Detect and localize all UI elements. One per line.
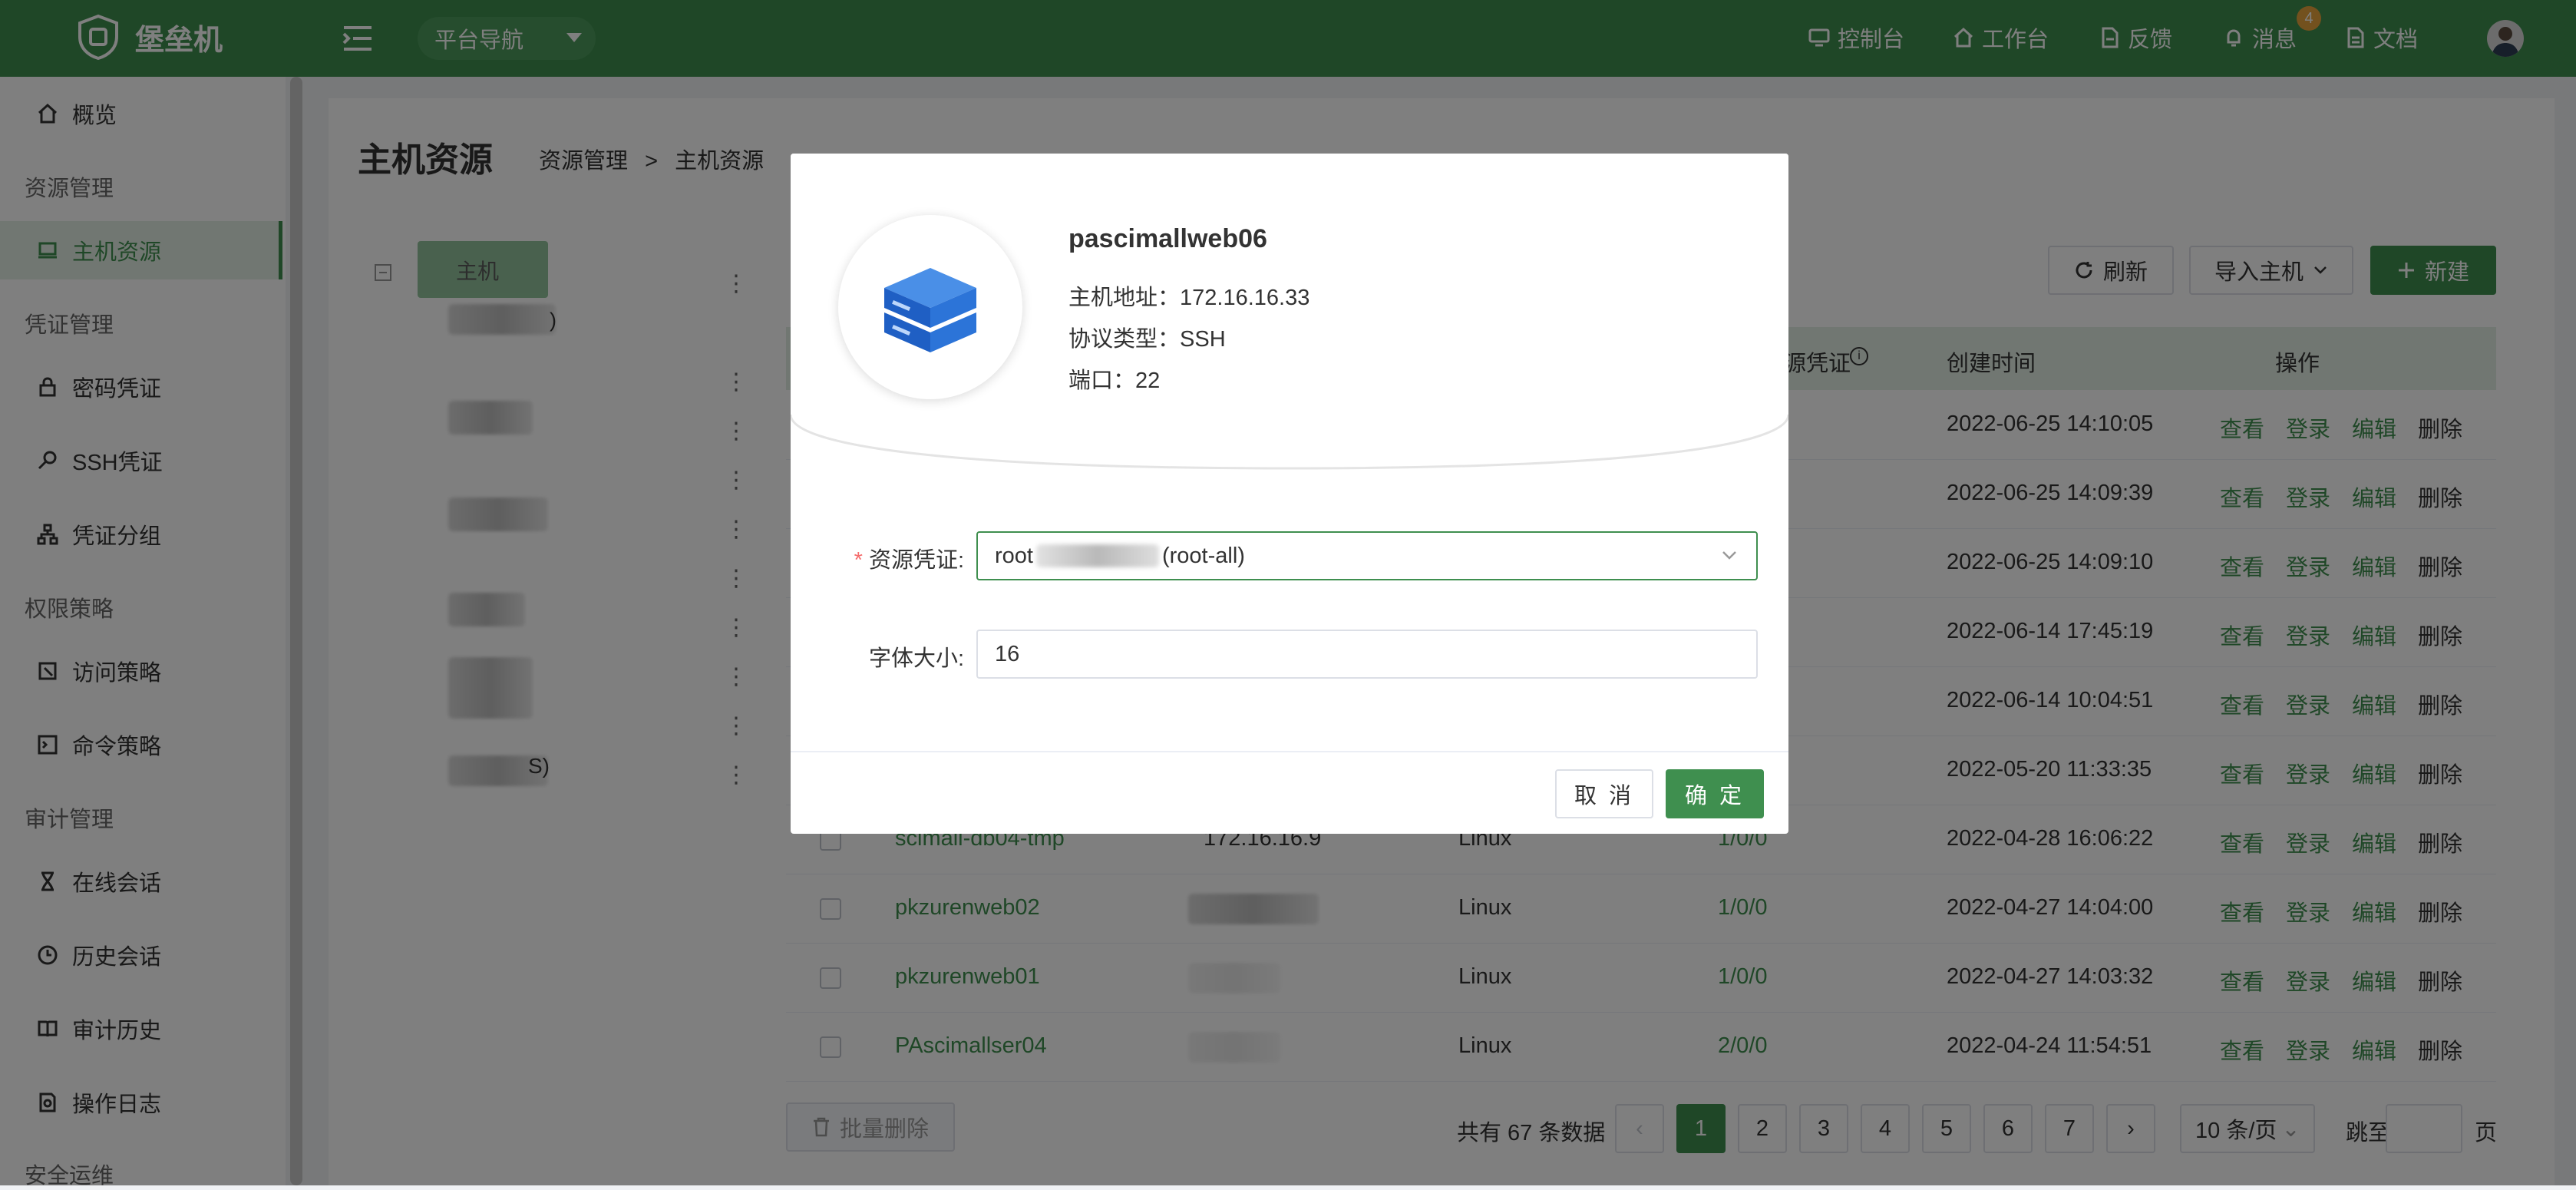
- host-port-label: 端口：: [1068, 369, 1136, 393]
- host-protocol: 协议类型：SSH: [1068, 321, 1226, 353]
- host-address-label: 主机地址：: [1068, 286, 1181, 310]
- credential-field-label: * 资源凭证:: [811, 542, 964, 574]
- confirm-button[interactable]: 确 定: [1666, 769, 1764, 818]
- login-modal: pascimallweb06 主机地址：172.16.16.33 协议类型：SS…: [791, 154, 1788, 834]
- host-avatar: [838, 215, 1022, 399]
- credential-value-prefix: root: [995, 543, 1033, 568]
- server-icon: [884, 268, 976, 352]
- chevron-down-icon: [1722, 551, 1736, 560]
- credential-value-masked: [1035, 544, 1159, 567]
- host-address-value: 172.16.16.33: [1180, 286, 1310, 310]
- required-mark: *: [854, 548, 869, 573]
- host-name: pascimallweb06: [1068, 224, 1267, 253]
- host-address: 主机地址：172.16.16.33: [1068, 279, 1309, 312]
- host-port: 端口：22: [1068, 362, 1160, 395]
- cancel-button[interactable]: 取 消: [1555, 769, 1653, 818]
- font-size-input[interactable]: 16: [976, 630, 1758, 679]
- host-protocol-label: 协议类型：: [1068, 327, 1181, 352]
- host-port-value: 22: [1135, 369, 1161, 393]
- credential-select[interactable]: root (root-all): [976, 531, 1758, 580]
- credential-value-suffix: (root-all): [1161, 543, 1245, 568]
- host-protocol-value: SSH: [1180, 327, 1226, 352]
- font-size-field-label: 字体大小:: [868, 646, 964, 671]
- credential-label-text: 资源凭证:: [868, 548, 964, 573]
